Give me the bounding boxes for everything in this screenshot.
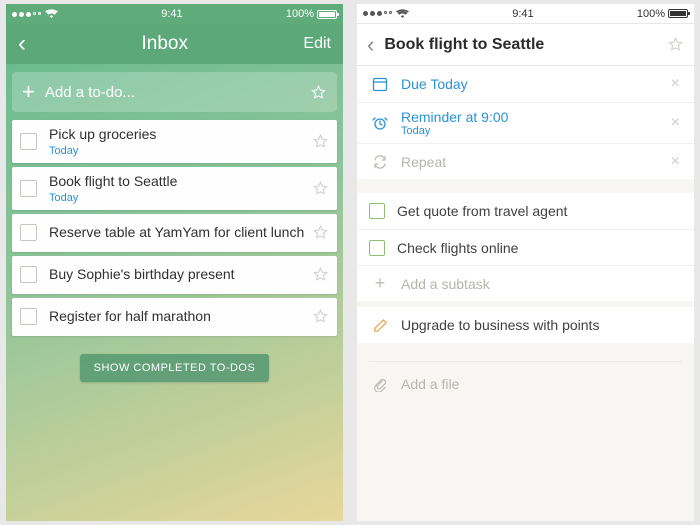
add-file-label: Add a file [401, 376, 682, 392]
task-subtitle: Today [49, 192, 312, 204]
plus-icon: + [369, 273, 391, 294]
due-date-label: Due Today [401, 76, 669, 92]
edit-button[interactable]: Edit [303, 35, 331, 53]
task-row[interactable]: Buy Sophie's birthday present [12, 256, 337, 294]
plus-icon: + [22, 79, 35, 105]
repeat-row[interactable]: Repeat × [357, 143, 694, 179]
task-title: Register for half marathon [49, 308, 312, 325]
star-icon[interactable] [310, 84, 327, 101]
note-text: Upgrade to business with points [401, 317, 682, 333]
note-row[interactable]: Upgrade to business with points [357, 307, 694, 343]
star-icon[interactable] [312, 308, 329, 325]
star-icon[interactable] [312, 224, 329, 241]
checkbox[interactable] [369, 203, 385, 219]
task-detail-screen: 9:41 100% ‹ Book flight to Seattle Due T… [357, 4, 694, 521]
nav-title: Inbox [141, 33, 187, 55]
star-icon[interactable] [667, 36, 684, 53]
battery-pct: 100% [286, 8, 314, 20]
calendar-icon [369, 76, 391, 92]
wifi-icon [45, 9, 58, 19]
inbox-screen: 9:41 100% ‹ Inbox Edit + Add a to-do... … [6, 4, 343, 521]
subtask-row[interactable]: Get quote from travel agent [357, 193, 694, 229]
task-row[interactable]: Book flight to Seattle Today [12, 167, 337, 210]
task-row[interactable]: Register for half marathon [12, 298, 337, 336]
clear-icon[interactable]: × [669, 153, 682, 171]
reminder-sublabel: Today [401, 125, 669, 137]
reminder-label: Reminder at 9:00 [401, 109, 508, 125]
star-icon[interactable] [312, 180, 329, 197]
add-todo-input[interactable]: + Add a to-do... [12, 72, 337, 112]
paperclip-icon [369, 377, 391, 392]
battery-icon [317, 10, 337, 19]
status-bar: 9:41 100% [6, 4, 343, 24]
subtask-row[interactable]: Check flights online [357, 229, 694, 265]
signal-dots-icon [363, 11, 392, 16]
star-icon[interactable] [312, 266, 329, 283]
show-completed-button[interactable]: SHOW COMPLETED TO-DOS [80, 354, 270, 382]
checkbox[interactable] [20, 266, 37, 283]
task-row[interactable]: Pick up groceries Today [12, 120, 337, 163]
inbox-body: + Add a to-do... Pick up groceries Today… [6, 64, 343, 521]
add-subtask-row[interactable]: + Add a subtask [357, 265, 694, 301]
checkbox[interactable] [20, 180, 37, 197]
signal-dots-icon [12, 12, 41, 17]
star-icon[interactable] [312, 133, 329, 150]
detail-title: Book flight to Seattle [384, 36, 667, 54]
status-time: 9:41 [161, 8, 182, 20]
checkbox[interactable] [20, 133, 37, 150]
alarm-icon [369, 115, 391, 131]
checkbox[interactable] [20, 224, 37, 241]
task-row[interactable]: Reserve table at YamYam for client lunch [12, 214, 337, 252]
repeat-label: Repeat [401, 154, 669, 170]
repeat-icon [369, 154, 391, 170]
add-file-row[interactable]: Add a file [357, 366, 694, 402]
clear-icon[interactable]: × [669, 75, 682, 93]
back-icon[interactable]: ‹ [18, 32, 26, 56]
detail-nav-bar: ‹ Book flight to Seattle [357, 24, 694, 66]
due-date-row[interactable]: Due Today × [357, 66, 694, 102]
status-time: 9:41 [512, 8, 533, 20]
task-subtitle: Today [49, 145, 312, 157]
status-bar: 9:41 100% [357, 4, 694, 24]
back-icon[interactable]: ‹ [367, 32, 374, 58]
add-todo-placeholder: Add a to-do... [45, 84, 135, 101]
task-title: Reserve table at YamYam for client lunch [49, 224, 312, 241]
reminder-row[interactable]: Reminder at 9:00 Today × [357, 102, 694, 143]
task-title: Pick up groceries [49, 126, 312, 143]
add-subtask-label: Add a subtask [401, 276, 682, 292]
nav-bar: ‹ Inbox Edit [6, 24, 343, 64]
checkbox[interactable] [20, 308, 37, 325]
subtask-label: Get quote from travel agent [397, 203, 682, 219]
task-title: Buy Sophie's birthday present [49, 266, 312, 283]
task-title: Book flight to Seattle [49, 173, 312, 190]
checkbox[interactable] [369, 240, 385, 256]
clear-icon[interactable]: × [669, 114, 682, 132]
detail-body: Due Today × Reminder at 9:00 Today × Rep… [357, 66, 694, 521]
subtask-label: Check flights online [397, 240, 682, 256]
pencil-icon [369, 318, 391, 333]
battery-pct: 100% [637, 8, 665, 20]
battery-icon [668, 9, 688, 18]
wifi-icon [396, 9, 409, 19]
task-list: Pick up groceries Today Book flight to S… [12, 120, 337, 336]
